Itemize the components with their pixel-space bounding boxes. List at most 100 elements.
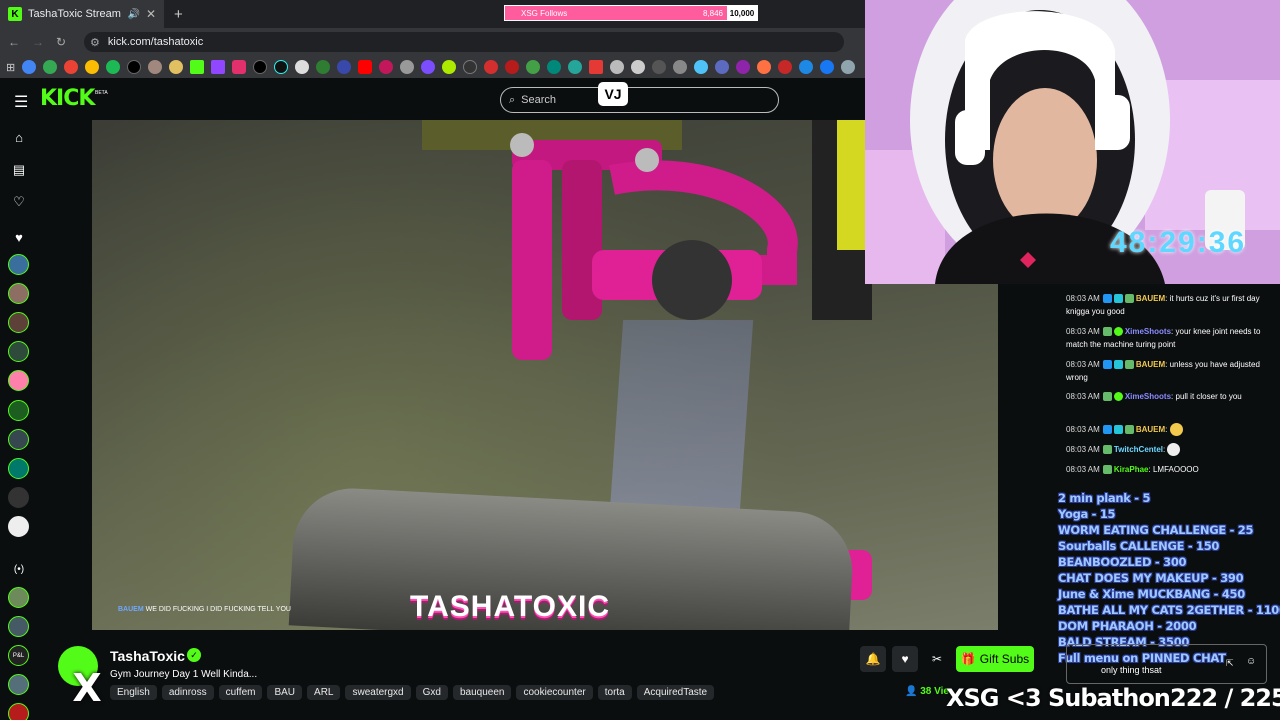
x-bookmark-icon[interactable] [253, 60, 268, 74]
chat-username[interactable]: XimeShoots [1125, 327, 1171, 336]
kick-bookmark-icon[interactable] [190, 60, 205, 74]
recommended-channel-avatar[interactable] [8, 674, 29, 695]
bookmark-icon[interactable] [568, 60, 583, 74]
maps-bookmark-icon[interactable] [43, 60, 58, 74]
bookmark-icon[interactable] [484, 60, 499, 74]
bookmark-icon[interactable] [400, 60, 415, 74]
follow-heart-button[interactable]: ♥ [892, 646, 918, 672]
bookmark-icon[interactable] [337, 60, 352, 74]
bookmark-icon[interactable] [673, 60, 688, 74]
followed-channel-avatar[interactable] [8, 487, 29, 508]
new-tab-button[interactable]: + [174, 6, 183, 23]
bookmark-icon[interactable] [841, 60, 856, 74]
bookmark-icon[interactable] [652, 60, 667, 74]
bookmark-icon[interactable] [526, 60, 541, 74]
chat-input[interactable]: only thing thsat [1066, 644, 1267, 684]
chat-username[interactable]: BAUEM [1136, 294, 1165, 303]
gift-subs-button[interactable]: 🎁 Gift Subs [956, 646, 1034, 672]
gmail-bookmark-icon[interactable] [64, 60, 79, 74]
site-info-icon[interactable]: ⚙ [90, 36, 100, 49]
bookmark-icon[interactable] [169, 60, 184, 74]
instagram-bookmark-icon[interactable] [232, 60, 247, 74]
bookmark-icon[interactable] [547, 60, 562, 74]
bookmark-icon[interactable] [778, 60, 793, 74]
bookmark-icon[interactable] [463, 60, 478, 74]
recommended-icon[interactable]: (•) [11, 564, 27, 575]
bookmark-icon[interactable] [694, 60, 709, 74]
youtube-bookmark-icon[interactable] [358, 60, 373, 74]
stream-tag[interactable]: AcquiredTaste [636, 685, 715, 700]
emote-picker-icon[interactable]: ⇱ [1226, 658, 1234, 669]
browser-tab[interactable]: K TashaToxic Stream - Watch L 🔊 ✕ [0, 0, 164, 28]
stream-tag[interactable]: cuffem [218, 685, 263, 700]
tab-close-icon[interactable]: ✕ [146, 7, 156, 21]
bookmark-icon[interactable] [589, 60, 604, 74]
followed-channel-avatar[interactable] [8, 312, 29, 333]
menu-icon[interactable]: ☰ [14, 92, 28, 112]
followed-channel-avatar[interactable] [8, 341, 29, 362]
bookmark-icon[interactable] [631, 60, 646, 74]
browse-icon[interactable]: ▤ [11, 162, 27, 178]
following-icon[interactable]: ♡ [11, 194, 27, 210]
emoji-icon[interactable]: ☺ [1246, 656, 1256, 667]
stream-tag[interactable]: ARL [307, 685, 341, 700]
recommended-channel-avatar[interactable]: P&L [8, 645, 29, 666]
followed-channel-avatar[interactable] [8, 458, 29, 479]
bookmark-icon[interactable] [715, 60, 730, 74]
recommended-channel-avatar[interactable] [8, 703, 29, 720]
followed-channel-avatar[interactable] [8, 400, 29, 421]
google-bookmark-icon[interactable] [22, 60, 37, 74]
chat-username[interactable]: BAUEM [1136, 425, 1165, 434]
home-icon[interactable]: ⌂ [11, 130, 27, 145]
stream-tag[interactable]: torta [597, 685, 632, 700]
stream-tag[interactable]: Gxd [415, 685, 448, 700]
forward-icon[interactable]: → [32, 35, 44, 49]
stream-tag[interactable]: BAU [267, 685, 303, 700]
tiktok-bookmark-icon[interactable] [274, 60, 289, 74]
heart-icon[interactable]: ♥ [11, 230, 27, 245]
followed-channel-avatar[interactable] [8, 516, 29, 537]
facebook-bookmark-icon[interactable] [820, 60, 835, 74]
stream-tag[interactable]: bauqueen [452, 685, 512, 700]
apps-icon[interactable]: ⊞ [6, 61, 15, 74]
bookmark-icon[interactable] [736, 60, 751, 74]
followed-channel-avatar[interactable] [8, 254, 29, 275]
bookmark-icon[interactable] [295, 60, 310, 74]
bookmark-icon[interactable] [421, 60, 436, 74]
followed-channel-avatar[interactable] [8, 429, 29, 450]
recommended-channel-avatar[interactable] [8, 616, 29, 637]
drive-bookmark-icon[interactable] [85, 60, 100, 74]
bookmark-icon[interactable] [148, 60, 163, 74]
stream-tag[interactable]: cookiecounter [516, 685, 593, 700]
bookmark-icon[interactable] [799, 60, 814, 74]
recommended-channel-avatar[interactable] [8, 587, 29, 608]
bookmark-icon[interactable] [316, 60, 331, 74]
video-player[interactable] [92, 120, 998, 630]
stream-tag[interactable]: English [110, 685, 157, 700]
x-bookmark-icon[interactable] [127, 60, 142, 74]
chat-username[interactable]: XimeShoots [1125, 392, 1171, 401]
spotify-bookmark-icon[interactable] [106, 60, 121, 74]
url-field[interactable]: ⚙ kick.com/tashatoxic [84, 32, 844, 52]
stream-tag[interactable]: adinross [161, 685, 214, 700]
reload-icon[interactable]: ↻ [56, 35, 66, 49]
bookmark-icon[interactable] [379, 60, 394, 74]
followed-channel-avatar[interactable] [8, 283, 29, 304]
notification-bell-button[interactable]: 🔔 [860, 646, 886, 672]
speaker-icon[interactable]: 🔊 [127, 9, 139, 20]
clip-button[interactable]: ✂ [924, 646, 950, 672]
bookmark-icon[interactable] [610, 60, 625, 74]
chat-username[interactable]: KiraPhae [1114, 465, 1149, 474]
search-input[interactable]: ⌕ Search [500, 87, 779, 113]
back-icon[interactable]: ← [8, 35, 20, 49]
bookmark-icon[interactable] [757, 60, 772, 74]
bookmark-icon[interactable] [505, 60, 520, 74]
chat-username[interactable]: TwitchCentel [1114, 445, 1163, 454]
followed-channel-avatar[interactable] [8, 370, 29, 391]
chat-username[interactable]: BAUEM [1136, 360, 1165, 369]
kick-logo[interactable]: KICK [40, 86, 95, 111]
bookmark-icon[interactable] [442, 60, 457, 74]
twitch-bookmark-icon[interactable] [211, 60, 226, 74]
stream-tag[interactable]: sweatergxd [345, 685, 411, 700]
streamer-name[interactable]: TashaToxic [110, 648, 185, 664]
